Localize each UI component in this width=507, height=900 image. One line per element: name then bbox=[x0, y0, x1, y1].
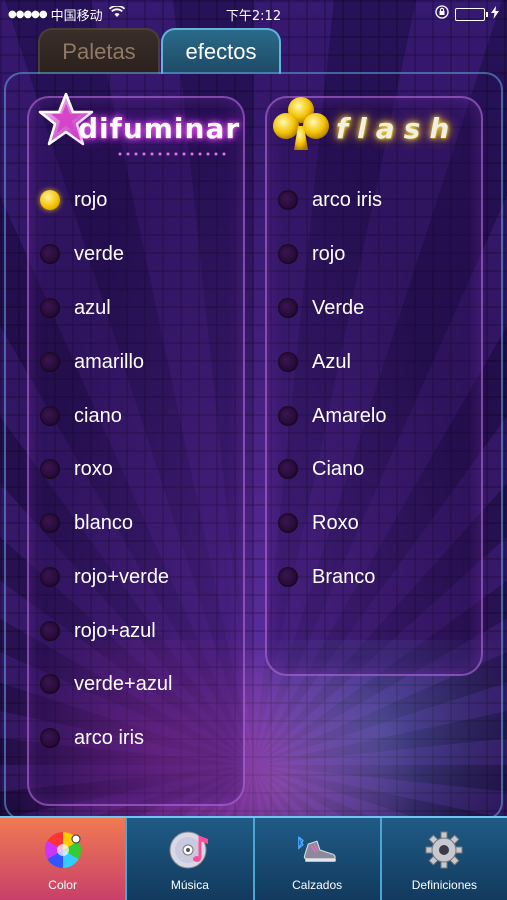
radio-icon[interactable] bbox=[40, 406, 60, 426]
difuminar-header: difuminar bbox=[36, 90, 241, 160]
option-label: roxo bbox=[74, 457, 113, 480]
nav-label: Color bbox=[48, 878, 77, 892]
option-label: rojo bbox=[74, 188, 108, 211]
option-difuminar-arco-iris[interactable]: arco iris bbox=[40, 718, 144, 758]
nav-definiciones[interactable]: Definiciones bbox=[382, 818, 507, 900]
club-icon bbox=[268, 92, 334, 158]
option-flash-roxo[interactable]: Roxo bbox=[278, 503, 359, 543]
wifi-icon bbox=[108, 4, 125, 22]
option-difuminar-roxo[interactable]: roxo bbox=[40, 449, 113, 489]
option-flash-ciano[interactable]: Ciano bbox=[278, 449, 364, 489]
radio-icon[interactable] bbox=[278, 244, 298, 264]
option-difuminar-rojo[interactable]: rojo bbox=[40, 180, 107, 220]
signal-icon: ●●●●● bbox=[8, 8, 48, 20]
radio-icon[interactable] bbox=[278, 567, 298, 587]
tab-paletas[interactable]: Paletas bbox=[38, 28, 160, 74]
orientation-lock-icon bbox=[435, 5, 449, 23]
color-wheel-icon bbox=[41, 828, 85, 872]
option-flash-verde[interactable]: Verde bbox=[278, 288, 364, 328]
option-difuminar-verde-azul[interactable]: verde+azul bbox=[40, 664, 172, 704]
option-difuminar-ciano[interactable]: ciano bbox=[40, 396, 122, 436]
option-difuminar-rojo-verde[interactable]: rojo+verde bbox=[40, 557, 169, 597]
nav-label: Calzados bbox=[292, 878, 343, 892]
gear-icon bbox=[422, 828, 466, 872]
option-difuminar-blanco[interactable]: blanco bbox=[40, 503, 133, 543]
status-bar: ●●●●● 中国移动 下午2:12 bbox=[0, 0, 507, 28]
option-label: rojo+azul bbox=[74, 619, 156, 642]
option-flash-amarelo[interactable]: Amarelo bbox=[278, 396, 386, 436]
radio-icon[interactable] bbox=[40, 728, 60, 748]
nav-calzados[interactable]: Calzados bbox=[255, 818, 382, 900]
battery-icon bbox=[455, 7, 488, 21]
nav-musica[interactable]: Música bbox=[127, 818, 255, 900]
charging-icon bbox=[491, 5, 499, 23]
radio-icon[interactable] bbox=[40, 298, 60, 318]
option-label: rojo bbox=[312, 242, 346, 265]
radio-icon[interactable] bbox=[40, 674, 60, 694]
option-difuminar-rojo-azul[interactable]: rojo+azul bbox=[40, 611, 156, 651]
option-label: Azul bbox=[312, 350, 351, 373]
option-label: arco iris bbox=[312, 188, 383, 211]
radio-icon[interactable] bbox=[278, 298, 298, 318]
flash-title: flash bbox=[336, 112, 459, 145]
option-label: Roxo bbox=[312, 511, 359, 534]
radio-icon[interactable] bbox=[40, 567, 60, 587]
radio-icon[interactable] bbox=[278, 352, 298, 372]
shoe-bluetooth-icon bbox=[295, 828, 339, 872]
radio-icon[interactable] bbox=[40, 621, 60, 641]
radio-icon[interactable] bbox=[278, 513, 298, 533]
option-flash-rojo[interactable]: rojo bbox=[278, 234, 345, 274]
radio-icon[interactable] bbox=[278, 190, 298, 210]
radio-icon[interactable] bbox=[40, 513, 60, 533]
carrier-name: 中国移动 bbox=[50, 8, 103, 24]
option-label: amarillo bbox=[74, 350, 145, 373]
option-label: Amarelo bbox=[312, 404, 387, 427]
option-flash-arco-iris[interactable]: arco iris bbox=[278, 180, 382, 220]
option-difuminar-amarillo[interactable]: amarillo bbox=[40, 342, 144, 382]
option-flash-branco[interactable]: Branco bbox=[278, 557, 375, 597]
option-label: ciano bbox=[74, 404, 122, 427]
option-label: azul bbox=[74, 296, 111, 319]
difuminar-title: difuminar bbox=[78, 112, 241, 145]
option-difuminar-verde[interactable]: verde bbox=[40, 234, 124, 274]
bottom-nav: Color Música Calzados Definiciones bbox=[0, 816, 507, 900]
radio-icon[interactable] bbox=[278, 459, 298, 479]
status-right bbox=[435, 5, 499, 23]
radio-icon[interactable] bbox=[40, 459, 60, 479]
option-label: arco iris bbox=[74, 726, 145, 749]
option-label: verde+azul bbox=[74, 672, 173, 695]
tab-efectos[interactable]: efectos bbox=[161, 28, 281, 74]
option-flash-azul[interactable]: Azul bbox=[278, 342, 351, 382]
radio-selected-icon[interactable] bbox=[40, 190, 60, 210]
option-label: Ciano bbox=[312, 457, 365, 480]
radio-icon[interactable] bbox=[278, 406, 298, 426]
option-label: blanco bbox=[74, 511, 133, 534]
option-label: rojo+verde bbox=[74, 565, 170, 588]
radio-icon[interactable] bbox=[40, 352, 60, 372]
nav-label: Música bbox=[170, 878, 209, 892]
difuminar-dots bbox=[116, 152, 226, 156]
radio-icon[interactable] bbox=[40, 244, 60, 264]
nav-color[interactable]: Color bbox=[0, 818, 128, 900]
flash-header: flash bbox=[268, 90, 478, 160]
option-label: Verde bbox=[312, 296, 365, 319]
music-cd-icon bbox=[168, 828, 212, 872]
nav-label: Definiciones bbox=[411, 878, 478, 892]
option-difuminar-azul[interactable]: azul bbox=[40, 288, 111, 328]
option-label: verde bbox=[74, 242, 125, 265]
option-label: Branco bbox=[312, 565, 376, 588]
